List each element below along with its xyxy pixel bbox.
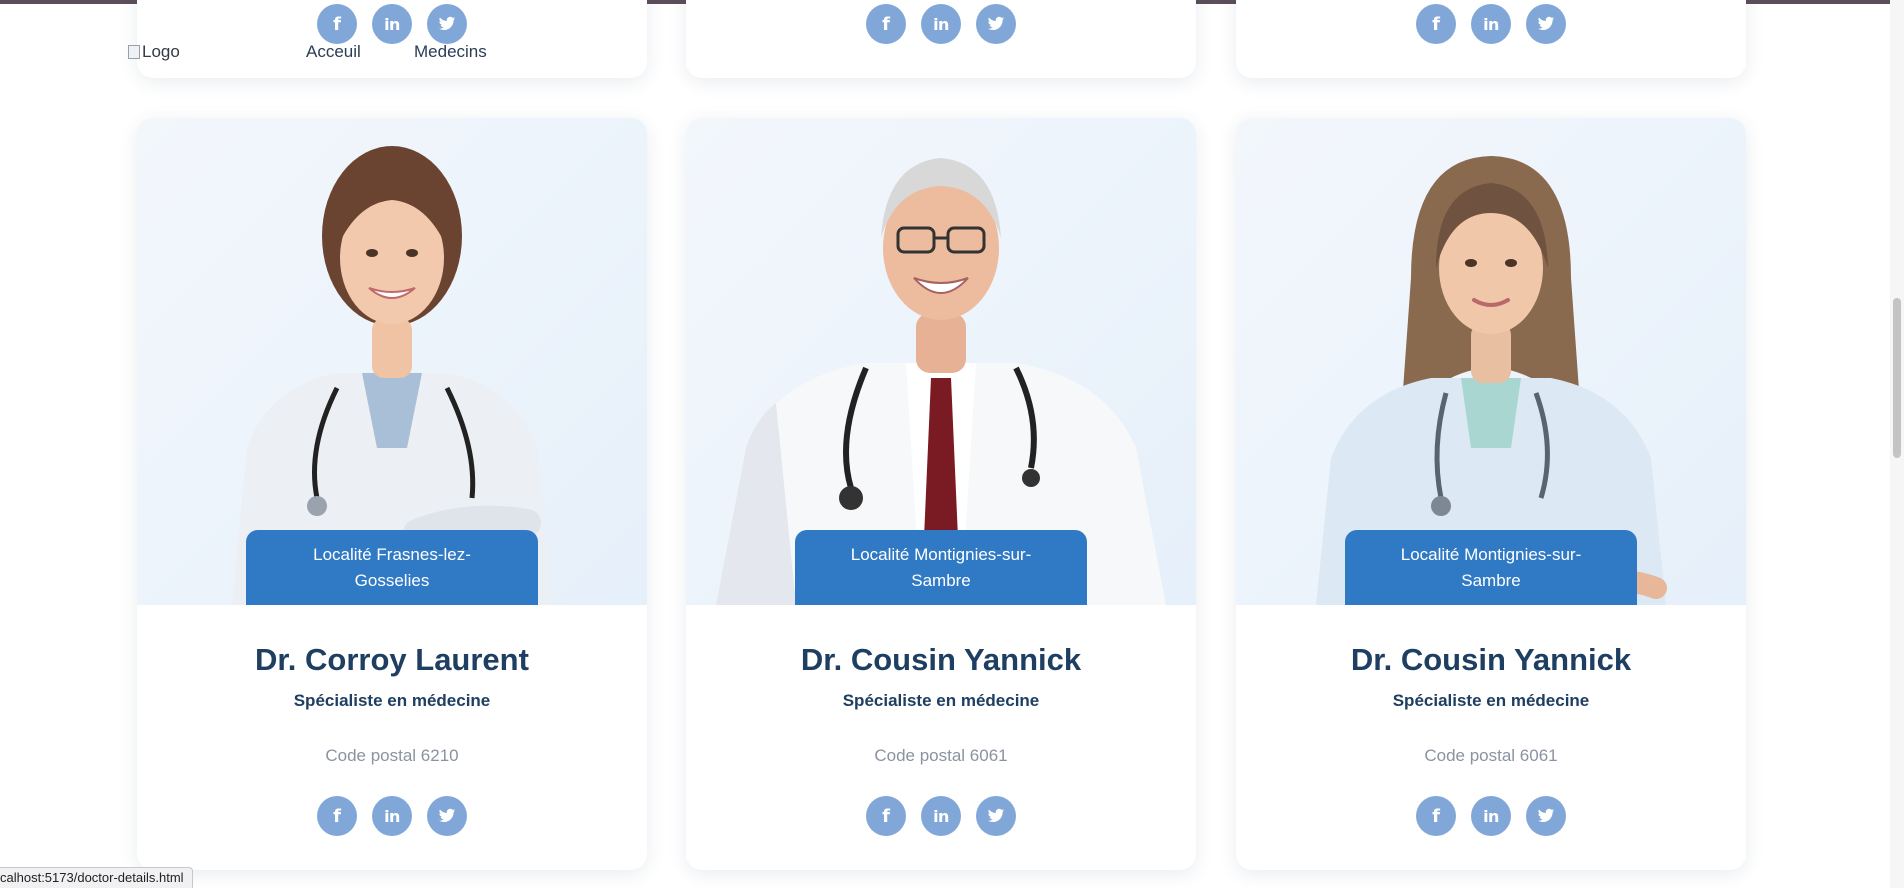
linkedin-icon[interactable]: in [921,4,961,44]
linkedin-icon[interactable]: in [372,4,412,44]
social-links: f in [137,4,647,44]
location-badge: Localité Montignies-sur-Sambre [1345,530,1637,605]
doctor-name[interactable]: Dr. Cousin Yannick [686,642,1196,678]
social-links: f in [1236,4,1746,44]
facebook-icon[interactable]: f [866,796,906,836]
twitter-icon[interactable] [976,796,1016,836]
linkedin-icon[interactable]: in [1471,4,1511,44]
facebook-icon[interactable]: f [317,796,357,836]
nav-link-accueil[interactable]: Acceuil [306,42,361,62]
doctor-card[interactable]: Localité Montignies-sur-Sambre Dr. Cousi… [1236,118,1746,870]
postal-code: Code postal 6061 [874,746,1008,765]
doctor-card-prev-1: f in [137,0,647,78]
location-badge: Localité Montignies-sur-Sambre [795,530,1087,605]
postal-code: Code postal 6061 [1424,746,1558,765]
location-badge: Localité Frasnes-lez-Gosselies [246,530,538,605]
linkedin-icon[interactable]: in [921,796,961,836]
doctor-name[interactable]: Dr. Corroy Laurent [137,642,647,678]
scrollbar-thumb[interactable] [1893,298,1901,458]
facebook-icon[interactable]: f [1416,796,1456,836]
doctor-card[interactable]: Localité Montignies-sur-Sambre Dr. Cousi… [686,118,1196,870]
doctor-card[interactable]: Localité Frasnes-lez-Gosselies Dr. Corro… [137,118,647,870]
postal-code: Code postal 6210 [325,746,459,765]
navbar: Logo Acceuil Medecins [0,40,600,66]
social-links: f in [137,796,647,836]
link-status-bar: calhost:5173/doctor-details.html [0,867,193,888]
social-links: f in [1236,796,1746,836]
broken-image-icon [128,45,140,59]
logo[interactable]: Logo [128,42,180,62]
linkedin-icon[interactable]: in [1471,796,1511,836]
doctor-specialty: Spécialiste en médecine [842,691,1040,710]
facebook-icon[interactable]: f [866,4,906,44]
doctor-card-prev-2: f in [686,0,1196,78]
logo-alt-text: Logo [142,42,180,61]
twitter-icon[interactable] [1526,4,1566,44]
social-links: f in [686,796,1196,836]
doctor-name[interactable]: Dr. Cousin Yannick [1236,642,1746,678]
twitter-icon[interactable] [976,4,1016,44]
doctor-card-prev-3: f in [1236,0,1746,78]
nav-link-medecins[interactable]: Medecins [414,42,487,62]
social-links: f in [686,4,1196,44]
doctor-specialty: Spécialiste en médecine [1392,691,1590,710]
twitter-icon[interactable] [427,796,467,836]
facebook-icon[interactable]: f [317,4,357,44]
twitter-icon[interactable] [427,4,467,44]
vertical-scrollbar[interactable] [1890,0,1904,888]
doctor-specialty: Spécialiste en médecine [293,691,491,710]
twitter-icon[interactable] [1526,796,1566,836]
linkedin-icon[interactable]: in [372,796,412,836]
facebook-icon[interactable]: f [1416,4,1456,44]
